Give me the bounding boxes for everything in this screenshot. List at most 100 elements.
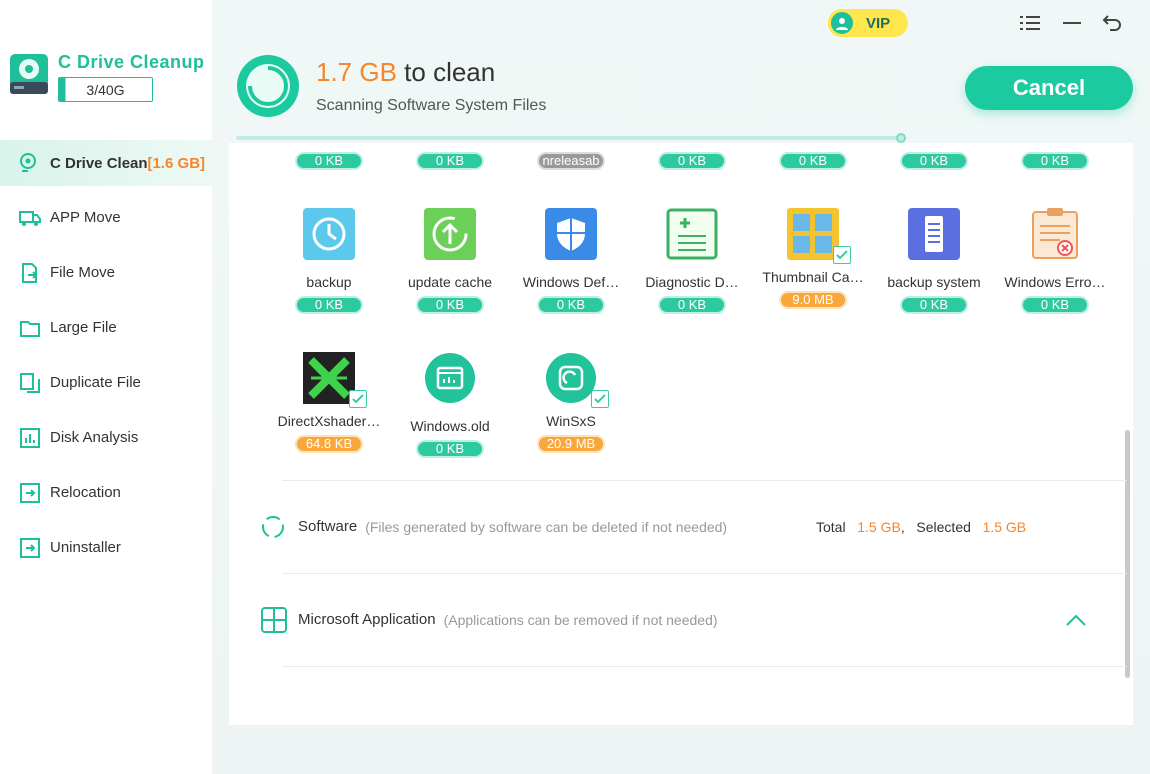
back-icon[interactable] [1101,12,1123,34]
tile-name: backup [306,274,352,290]
tile-partial[interactable]: 0 KB [632,146,752,175]
tile-name: Diagnostic D… [645,274,739,290]
clean-size-suffix: to clean [396,57,496,87]
selected-value: 1.5 GB [982,518,1027,535]
scan-progress-ring [237,55,299,117]
diagnostic-icon [666,208,718,260]
loading-spinner-icon [262,515,284,538]
tile-name: DirectXshader… [277,413,381,429]
vip-label: VIP [866,14,891,32]
capacity-indicator: 3/40G [58,77,153,102]
size-badge: 0 KB [416,440,484,458]
cancel-button[interactable]: Cancel [965,66,1133,110]
sidebar-item-label: Uninstaller [50,539,121,556]
chart-icon [20,427,40,448]
tile-winsxs[interactable]: WinSxS 20.9 MB [511,352,631,453]
section-title: Software [298,518,358,535]
tile-windows-old[interactable]: Windows.old 0 KB [390,352,510,458]
tile-update-cache[interactable]: update cache 0 KB [390,208,510,314]
section-desc: (Applications can be removed if not need… [443,611,718,628]
scan-status: Scanning Software System Files [316,97,547,114]
tile-diagnostic-data[interactable]: Diagnostic D… 0 KB [632,208,752,314]
tile-partial[interactable]: 0 KB [390,146,510,175]
minimize-icon[interactable] [1061,12,1083,34]
sidebar-item-c-drive-clean[interactable]: C Drive Clean [1.6 GB] [0,140,212,186]
partial-section-icon [282,705,283,706]
tile-windows-error-reporting[interactable]: Windows Erro… 0 KB [995,208,1115,314]
clean-size-value: 1.7 GB [316,57,397,87]
sidebar-item-relocation[interactable]: Relocation [0,465,212,520]
thumbnail-icon [787,208,839,260]
update-icon [424,208,476,260]
drive-logo-icon [10,54,48,94]
broom-icon [20,153,36,172]
windows-icon [261,606,287,633]
clock-icon [303,208,355,260]
sidebar-item-label: Large File [50,319,117,336]
file-move-icon [22,262,38,283]
tile-name: Windows Erro… [1004,274,1106,290]
total-value: 1.5 GB [857,518,901,535]
tile-partial[interactable]: 0 KB [874,146,994,175]
section-title: Microsoft Application [298,611,436,628]
sidebar-item-label: Relocation [50,484,121,501]
total-label: Total [816,518,846,535]
size-badge: 0 KB [658,152,726,170]
relocation-icon [20,482,40,503]
sidebar-item-label: Duplicate File [50,374,141,391]
size-badge: 0 KB [295,152,363,170]
size-badge: 0 KB [900,152,968,170]
scan-progress-bar [236,136,906,140]
size-badge: 0 KB [416,152,484,170]
windows-old-icon [425,353,475,403]
sidebar-item-uninstaller[interactable]: Uninstaller [0,520,212,575]
phone-icon [908,208,960,260]
folder-icon [20,320,40,337]
vip-badge[interactable]: VIP [828,9,908,37]
tile-partial[interactable]: 0 KB [269,146,389,175]
logo-area: C Drive Cleanup 3/40G [8,50,212,110]
sidebar-item-label: APP Move [50,209,121,226]
shield-icon [545,208,597,260]
uninstall-icon [20,537,40,558]
checkbox-checked[interactable] [591,390,609,408]
sidebar-item-label: Disk Analysis [50,429,139,446]
sidebar-item-file-move[interactable]: File Move [0,245,212,300]
tile-windows-defender[interactable]: Windows Def… 0 KB [511,208,631,314]
sidebar-item-large-file[interactable]: Large File [0,300,212,355]
tile-directx-shader-cache[interactable]: DirectXshader… 64.8 KB [269,352,389,453]
size-badge: 0 KB [1021,296,1089,314]
tile-partial[interactable]: nreleasab [511,146,631,175]
duplicate-icon [20,372,40,393]
tile-name: Windows.old [410,418,490,434]
truck-icon [19,210,41,226]
tile-partial[interactable]: 0 KB [753,146,873,175]
tile-partial[interactable]: 0 KB [995,146,1115,175]
tile-backup-system[interactable]: backup system 0 KB [874,208,994,314]
tile-name: backup system [887,274,981,290]
chevron-up-icon[interactable] [1065,613,1087,627]
sidebar-item-label: File Move [50,264,116,281]
size-badge: 0 KB [658,296,726,314]
size-badge: 20.9 MB [537,435,605,453]
tile-thumbnail-cache[interactable]: Thumbnail Ca… 9.0 MB [753,208,873,309]
sidebar-item-app-move[interactable]: APP Move [0,190,212,245]
checkbox-checked[interactable] [833,246,851,264]
tile-name: WinSxS [546,413,596,429]
tile-backup[interactable]: backup 0 KB [269,208,389,314]
tile-name: Thumbnail Ca… [762,269,864,285]
sidebar: C Drive Cleanup 3/40G C Drive Clean [1.6 … [0,0,212,774]
checkbox-checked[interactable] [349,390,367,408]
app-title: C Drive Cleanup [58,52,205,72]
sidebar-item-label: C Drive Clean [50,154,148,172]
menu-icon[interactable] [1019,12,1041,34]
sidebar-item-disk-analysis[interactable]: Disk Analysis [0,410,212,465]
sidebar-nav: C Drive Clean [1.6 GB] APP Move File Move… [0,140,212,575]
winsxs-icon [546,353,596,403]
selected-label: Selected [916,518,971,535]
tile-name: Windows Def… [522,274,620,290]
section-microsoft-application[interactable]: Microsoft Application (Applications can … [261,573,1127,665]
scan-progress-handle [896,133,906,143]
sidebar-item-duplicate-file[interactable]: Duplicate File [0,355,212,410]
section-software[interactable]: Software (Files generated by software ca… [262,480,1127,572]
